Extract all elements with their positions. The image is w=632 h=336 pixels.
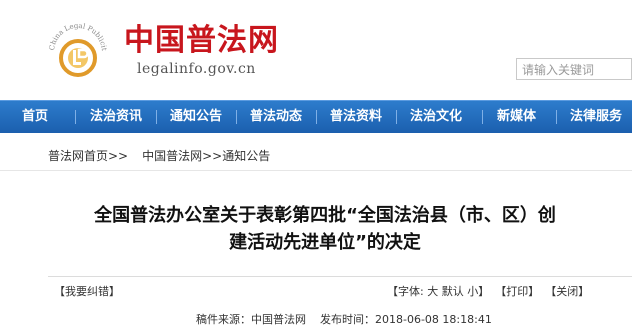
nav-divider xyxy=(75,110,76,124)
breadcrumb-home-link[interactable]: 普法网首页>> xyxy=(48,147,128,164)
publish-time: 发布时间：2018-06-08 18:18:41 xyxy=(320,313,492,326)
nav-item-publicity-materials[interactable]: 普法资料 xyxy=(330,101,382,133)
font-size-label: 【字体: xyxy=(387,285,424,298)
font-large-link[interactable]: 大 xyxy=(427,283,438,299)
font-default-link[interactable]: 默认 xyxy=(442,283,464,299)
print-link[interactable]: 【打印】 xyxy=(495,283,539,299)
article-title-line-2: 建活动先进单位”的决定 xyxy=(229,232,421,253)
site-url[interactable]: legalinfo.gov.cn xyxy=(137,61,256,77)
nav-divider xyxy=(156,110,157,124)
site-title[interactable]: 中国普法网 xyxy=(124,24,279,58)
article-meta: 稿件来源：中国普法网 发布时间：2018-06-08 18:18:41 xyxy=(196,311,492,327)
nav-divider xyxy=(236,110,237,124)
nav-divider xyxy=(396,110,397,124)
nav-item-notices[interactable]: 通知公告 xyxy=(170,101,222,133)
main-nav: 首页 法治资讯 通知公告 普法动态 普法资料 法治文化 新媒体 法律服务 xyxy=(0,100,632,133)
nav-item-new-media[interactable]: 新媒体 xyxy=(497,101,536,133)
breadcrumb-section-link[interactable]: 中国普法网>>通知公告 xyxy=(142,147,270,164)
nav-divider xyxy=(482,110,483,124)
logo-arc-text: China Legal Publicity xyxy=(46,16,108,51)
china-legal-publicity-logo[interactable]: China Legal Publicity xyxy=(46,16,110,80)
toolbar-divider xyxy=(48,276,632,277)
article-source: 稿件来源：中国普法网 xyxy=(196,313,306,326)
article-title-line-1: 全国普法办公室关于表彰第四批“全国法治县（市、区）创 xyxy=(94,205,556,226)
nav-item-publicity-news[interactable]: 普法动态 xyxy=(250,101,302,133)
article-tools: 【字体: 大 默认 小】 【打印】 【关闭】 xyxy=(387,283,589,299)
nav-item-legal-culture[interactable]: 法治文化 xyxy=(410,101,462,133)
nav-divider xyxy=(316,110,317,124)
search-box xyxy=(516,58,632,80)
article-title: 全国普法办公室关于表彰第四批“全国法治县（市、区）创 建活动先进单位”的决定 xyxy=(20,202,630,256)
nav-item-home[interactable]: 首页 xyxy=(22,101,48,133)
site-header: China Legal Publicity 中国普法网 legalinfo.go… xyxy=(0,0,632,100)
nav-item-legal-news[interactable]: 法治资讯 xyxy=(90,101,142,133)
nav-item-legal-services[interactable]: 法律服务 xyxy=(570,101,622,133)
font-small-link[interactable]: 小】 xyxy=(467,283,489,299)
svg-text:China Legal Publicity: China Legal Publicity xyxy=(46,16,108,51)
breadcrumb: 普法网首页>> 中国普法网>>通知公告 xyxy=(48,147,270,164)
nav-divider xyxy=(556,110,557,124)
search-input[interactable] xyxy=(517,60,631,80)
report-error-link[interactable]: 【我要纠错】 xyxy=(54,283,120,299)
breadcrumb-divider xyxy=(0,170,632,171)
close-link[interactable]: 【关闭】 xyxy=(545,283,589,299)
